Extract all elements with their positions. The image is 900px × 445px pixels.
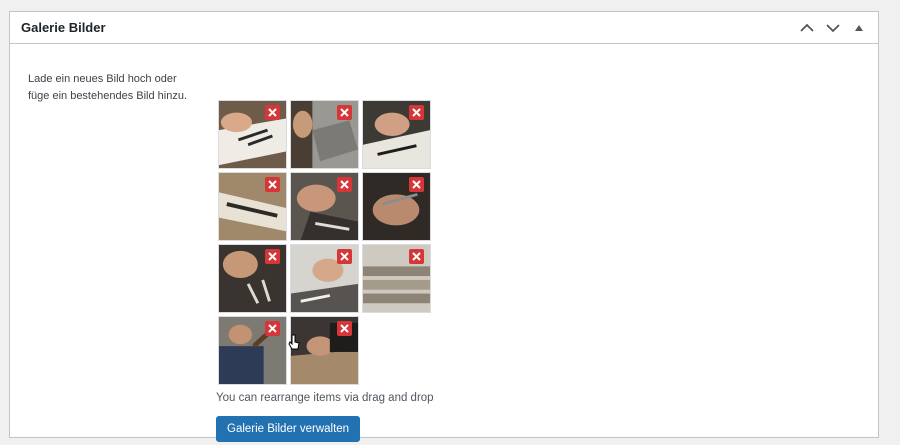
manage-gallery-button[interactable]: Galerie Bilder verwalten (216, 416, 361, 442)
gallery-thumbnail[interactable] (362, 172, 431, 241)
remove-image-button[interactable] (265, 249, 280, 264)
move-up-button[interactable] (794, 13, 820, 43)
gallery-thumbnail[interactable] (290, 244, 359, 313)
metabox-handle-actions (794, 12, 878, 43)
remove-image-button[interactable] (337, 177, 352, 192)
close-icon (412, 180, 421, 189)
chevron-down-icon (826, 23, 840, 32)
remove-image-button[interactable] (265, 177, 280, 192)
triangle-up-icon (855, 24, 863, 31)
close-icon (340, 252, 349, 261)
close-icon (268, 252, 277, 261)
gallery-metabox: Galerie Bilder Lade ein neues Bild hoch … (9, 11, 879, 442)
gallery-thumbnail[interactable] (218, 172, 287, 241)
close-icon (340, 180, 349, 189)
gallery-thumbnail[interactable] (290, 172, 359, 241)
metabox-header: Galerie Bilder (10, 12, 878, 44)
remove-image-button[interactable] (265, 105, 280, 120)
gallery-thumbnail[interactable] (218, 100, 287, 169)
remove-image-button[interactable] (265, 321, 280, 336)
remove-image-button[interactable] (337, 321, 352, 336)
gallery-thumbnail[interactable] (362, 244, 431, 313)
chevron-up-icon (800, 23, 814, 32)
remove-image-button[interactable] (337, 249, 352, 264)
remove-image-button[interactable] (409, 249, 424, 264)
drag-drop-hint: You can rearrange items via drag and dro… (216, 392, 434, 404)
gallery-thumbnail[interactable] (290, 316, 359, 385)
gallery-thumbnail[interactable] (362, 100, 431, 169)
remove-image-button[interactable] (337, 105, 352, 120)
metabox-content: Lade ein neues Bild hoch oder füge ein b… (10, 44, 878, 442)
close-icon (268, 324, 277, 333)
move-down-button[interactable] (820, 13, 846, 43)
close-icon (340, 324, 349, 333)
metabox-title: Galerie Bilder (21, 20, 106, 35)
gallery-thumbnail[interactable] (218, 316, 287, 385)
close-icon (268, 180, 277, 189)
close-icon (412, 252, 421, 261)
toggle-panel-button[interactable] (846, 13, 872, 43)
mouse-cursor-icon (288, 334, 300, 350)
close-icon (412, 108, 421, 117)
close-icon (340, 108, 349, 117)
remove-image-button[interactable] (409, 177, 424, 192)
close-icon (268, 108, 277, 117)
remove-image-button[interactable] (409, 105, 424, 120)
gallery-thumbnail[interactable] (290, 100, 359, 169)
gallery-description: Lade ein neues Bild hoch oder füge ein b… (28, 73, 188, 102)
gallery-thumbnail[interactable] (218, 244, 287, 313)
